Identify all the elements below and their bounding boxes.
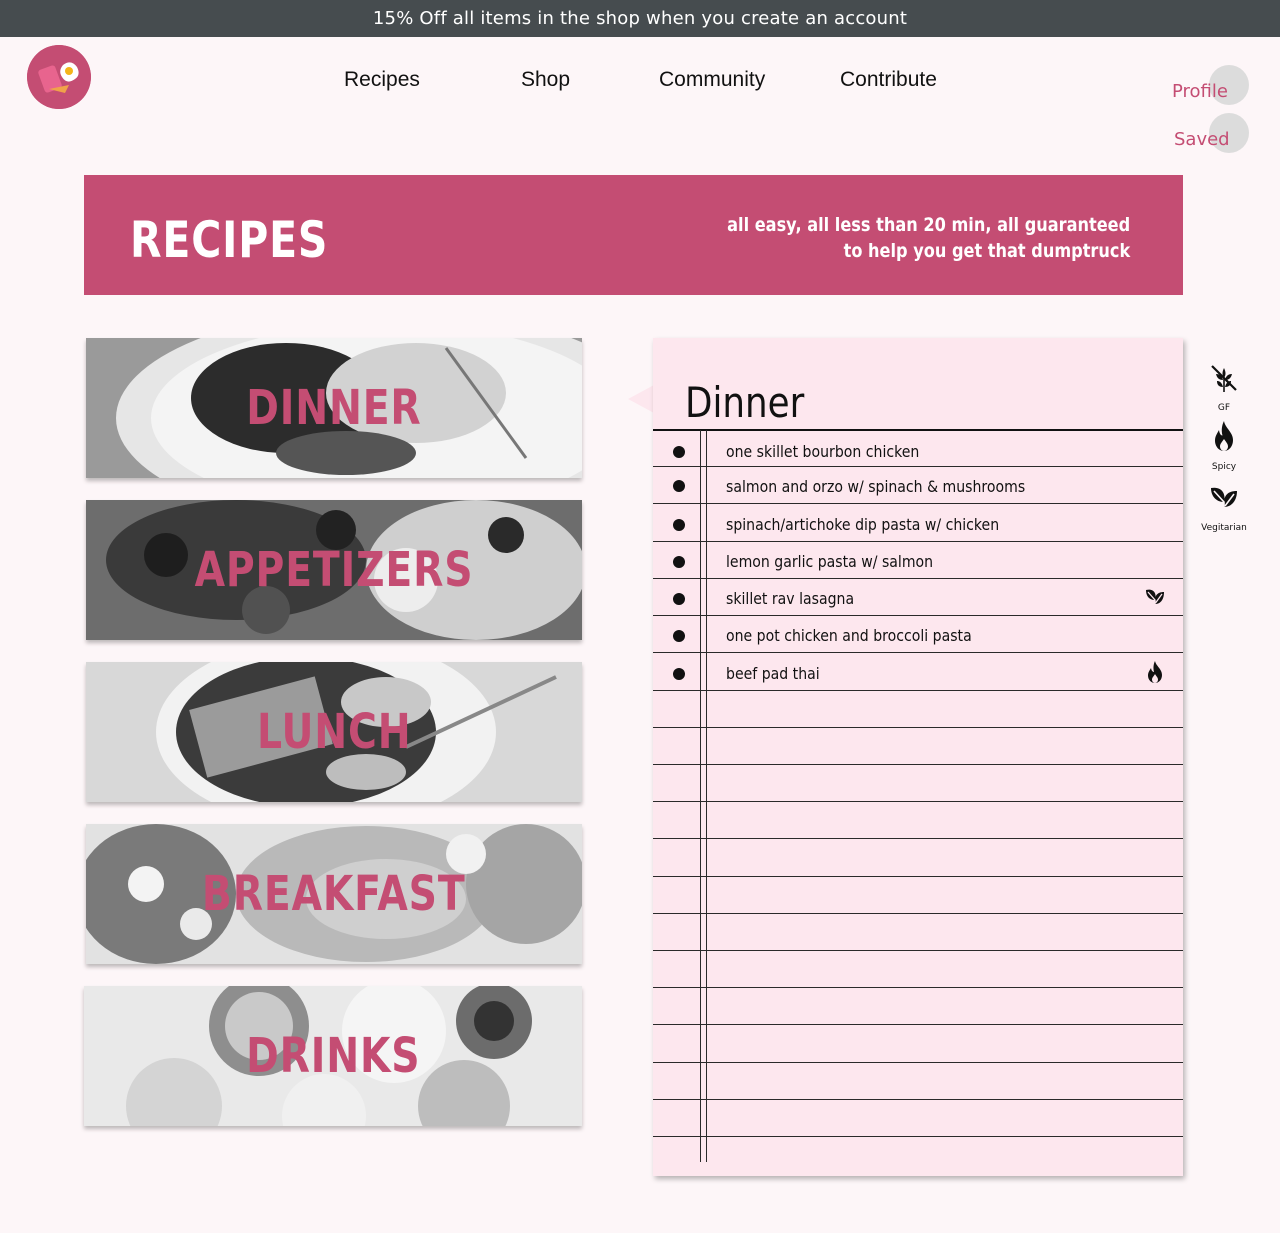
category-dinner[interactable]: DINNER (86, 338, 582, 478)
ruled-line (653, 764, 1183, 765)
ruled-line (653, 1099, 1183, 1100)
category-label: DINNER (246, 380, 422, 436)
category-drinks[interactable]: DRINKS (84, 986, 582, 1126)
nav-community[interactable]: Community (659, 68, 765, 92)
spicy-icon (1148, 661, 1162, 683)
gluten-free-icon (1211, 365, 1237, 392)
nav-contribute[interactable]: Contribute (840, 68, 937, 92)
recipe-name: spinach/artichoke dip pasta w/ chicken (726, 515, 1000, 534)
ruled-line (653, 1024, 1183, 1025)
spicy-legend-icon (1215, 421, 1233, 451)
recipe-name: one skillet bourbon chicken (726, 442, 920, 461)
recipe-item[interactable]: one pot chicken and broccoli pasta (653, 617, 1183, 654)
bullet (673, 556, 685, 568)
tagline-line-1: all easy, all less than 20 min, all guar… (726, 214, 1130, 236)
saved-link[interactable]: Saved (1174, 129, 1230, 150)
category-label: DRINKS (245, 1028, 421, 1084)
promo-banner: 15% Off all items in the shop when you c… (0, 0, 1280, 37)
recipe-name: skillet rav lasagna (726, 589, 855, 608)
notebook-pointer (628, 385, 654, 413)
spicy-label: Spicy (1211, 462, 1237, 472)
recipe-item[interactable]: spinach/artichoke dip pasta w/ chicken (653, 506, 1183, 543)
vegetarian-icon (1146, 589, 1164, 608)
category-lunch[interactable]: LUNCH (86, 662, 582, 802)
recipes-hero: RECIPES all easy, all less than 20 min, … (84, 175, 1183, 295)
ruled-line (653, 913, 1183, 914)
page-title: RECIPES (130, 211, 329, 269)
ruled-line (653, 950, 1183, 951)
recipe-item[interactable]: lemon garlic pasta w/ salmon (653, 543, 1183, 580)
bullet (673, 668, 685, 680)
category-breakfast[interactable]: BREAKFAST (86, 824, 582, 964)
category-appetizers[interactable]: APPETIZERS (86, 500, 582, 640)
recipe-item[interactable]: salmon and orzo w/ spinach & mushrooms (653, 468, 1183, 505)
ruled-line (653, 429, 1183, 431)
ruled-line (653, 1062, 1183, 1063)
ruled-line (653, 727, 1183, 728)
ruled-line (653, 838, 1183, 839)
ruled-line (653, 801, 1183, 802)
nav-shop[interactable]: Shop (521, 68, 570, 92)
bullet (673, 593, 685, 605)
recipe-name: lemon garlic pasta w/ salmon (726, 552, 934, 571)
bullet (673, 446, 685, 458)
category-label: LUNCH (256, 704, 412, 760)
tagline-line-2: to help you get that dumptruck (843, 240, 1130, 262)
ruled-line (653, 987, 1183, 988)
category-label: BREAKFAST (202, 866, 466, 922)
ruled-line (653, 876, 1183, 877)
site-logo[interactable] (27, 45, 91, 109)
vegetarian-legend-icon (1211, 487, 1237, 513)
notebook-title: Dinner (685, 378, 805, 427)
vegetarian-label: Vegitarian (1201, 523, 1247, 533)
recipe-item[interactable]: one skillet bourbon chicken (653, 433, 1183, 470)
recipe-name: salmon and orzo w/ spinach & mushrooms (726, 477, 1026, 496)
recipe-name: beef pad thai (726, 664, 820, 683)
nav-recipes[interactable]: Recipes (344, 68, 420, 92)
recipe-name: one pot chicken and broccoli pasta (726, 626, 972, 645)
recipe-item[interactable]: skillet rav lasagna (653, 580, 1183, 617)
bullet (673, 480, 685, 492)
gf-label: GF (1217, 403, 1231, 413)
recipe-notebook: Dinner one skillet bourbon chicken salmo… (653, 338, 1183, 1176)
hero-tagline: all easy, all less than 20 min, all guar… (727, 212, 1130, 264)
ruled-line (653, 1136, 1183, 1137)
category-label: APPETIZERS (194, 542, 474, 598)
recipe-item[interactable]: beef pad thai (653, 655, 1183, 692)
bullet (673, 630, 685, 642)
bullet (673, 519, 685, 531)
logo-icon (27, 45, 91, 109)
profile-link[interactable]: Profile (1172, 81, 1228, 102)
